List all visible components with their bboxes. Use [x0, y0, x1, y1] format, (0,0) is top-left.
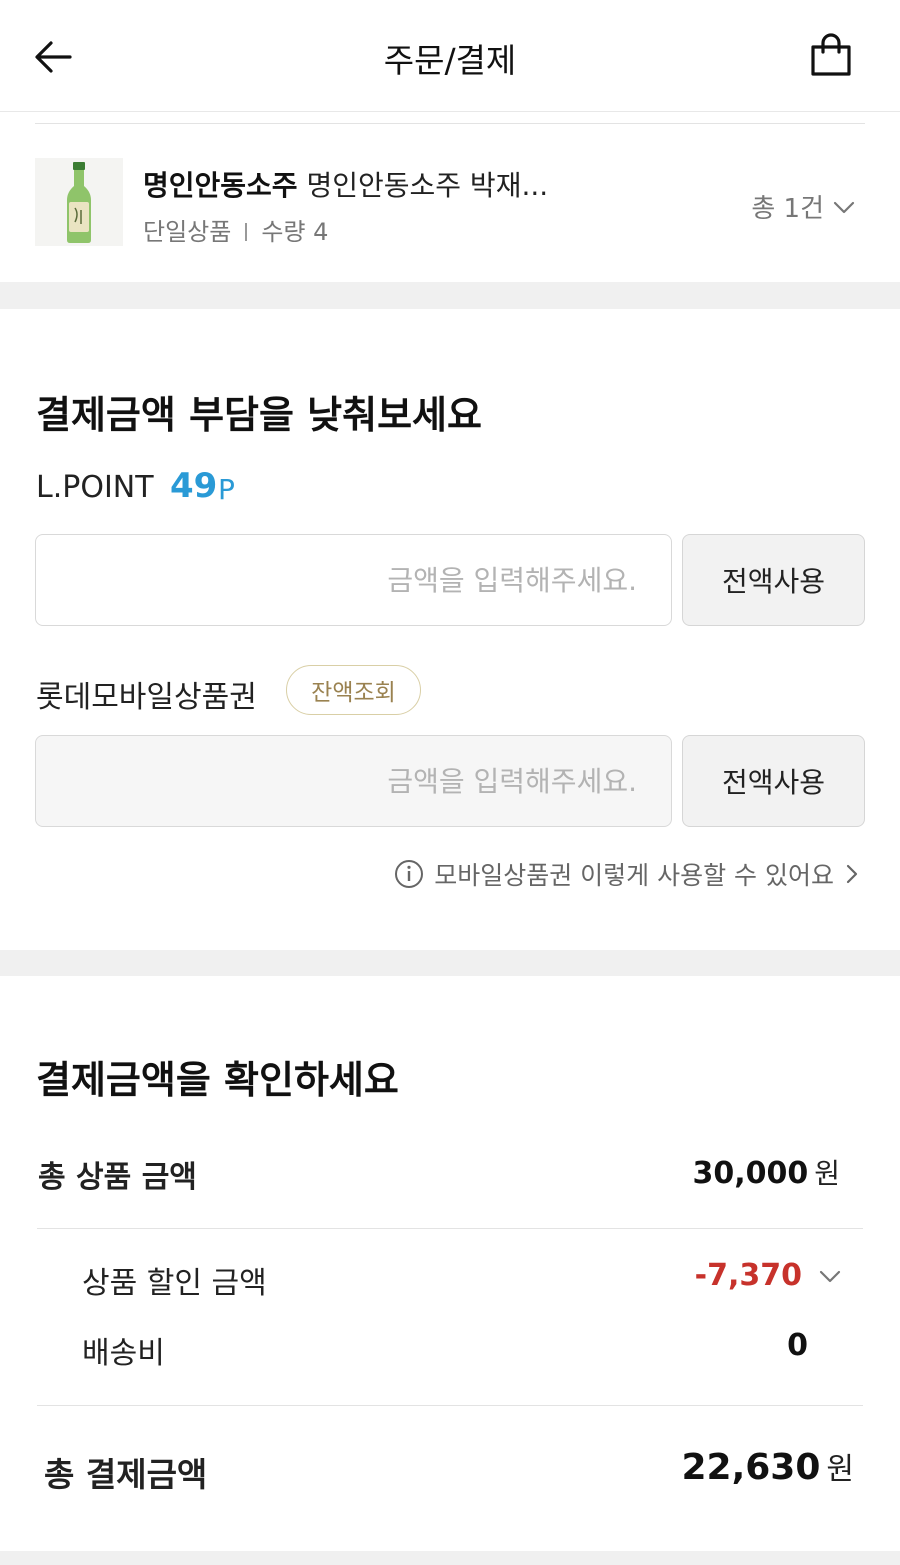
page-title: 주문/결제 — [383, 41, 517, 80]
total-product-value: 30,000 — [692, 1156, 809, 1191]
discount-section-title: 결제금액 부담을 낮춰보세요 — [36, 393, 482, 437]
product-thumbnail — [35, 158, 123, 246]
section-divider — [0, 282, 900, 309]
discount-label: 상품 할인 금액 — [82, 1266, 267, 1301]
chevron-right-icon — [846, 864, 858, 884]
lpoint-unit: P — [218, 473, 235, 506]
currency-unit: 원 — [814, 1157, 840, 1190]
soju-bottle-image — [67, 162, 91, 243]
currency-unit: 원 — [826, 1452, 854, 1487]
top-app-bar: 주문/결제 — [0, 0, 900, 112]
meta-separator — [245, 223, 248, 241]
discount-value: -7,370 — [694, 1258, 802, 1293]
shopping-bag-icon — [811, 33, 851, 76]
shipping-label: 배송비 — [82, 1336, 165, 1371]
lpoint-label: L.POINT — [36, 470, 154, 505]
section-divider — [0, 1551, 900, 1565]
product-count-toggle[interactable]: 총 1건 — [751, 188, 856, 225]
product-count: 총 1건 — [751, 194, 824, 224]
order-product-summary: 명인안동소주 명인안동소주 박재... 단일상품 수량 4 총 1건 — [0, 124, 900, 282]
cart-button[interactable] — [806, 30, 856, 80]
total-product-label: 총 상품 금액 — [38, 1160, 197, 1195]
giftcard-use-all-button[interactable]: 전액사용 — [682, 735, 865, 827]
divider-line — [37, 1228, 863, 1229]
help-link-text: 모바일상품권 이렇게 사용할 수 있어요 — [434, 861, 834, 890]
lpoint-use-all-button[interactable]: 전액사용 — [682, 534, 865, 626]
product-name: 명인안동소주 명인안동소주 박재... — [143, 164, 548, 204]
product-type: 단일상품 — [143, 218, 232, 246]
chevron-down-icon — [819, 1270, 841, 1282]
info-icon — [395, 860, 424, 888]
product-brand: 명인안동소주 — [143, 169, 298, 202]
summary-section-title: 결제금액을 확인하세요 — [36, 1058, 399, 1102]
section-divider — [0, 950, 900, 976]
balance-check-button[interactable]: 잔액조회 — [286, 665, 421, 715]
grand-total-label: 총 결제금액 — [44, 1455, 208, 1494]
product-quantity: 수량 4 — [261, 218, 329, 246]
grand-total-amount: 22,630 원 — [681, 1444, 854, 1488]
shipping-value: 0 — [787, 1328, 808, 1363]
chevron-down-icon — [833, 201, 855, 213]
divider-line — [37, 1405, 863, 1406]
discount-amount-toggle[interactable]: -7,370 — [695, 1258, 842, 1293]
lpoint-amount-input[interactable] — [35, 534, 672, 626]
giftcard-label: 롯데모바일상품권 — [36, 680, 257, 715]
giftcard-help-link[interactable]: 모바일상품권 이렇게 사용할 수 있어요 — [394, 856, 860, 892]
giftcard-amount-input[interactable] — [35, 735, 672, 827]
grand-total-value: 22,630 — [681, 1447, 821, 1488]
product-title: 명인안동소주 박재... — [306, 169, 549, 202]
total-product-amount: 30,000 원 — [692, 1152, 840, 1192]
product-meta: 단일상품 수량 4 — [143, 212, 328, 247]
lpoint-balance: 49 — [170, 466, 218, 506]
